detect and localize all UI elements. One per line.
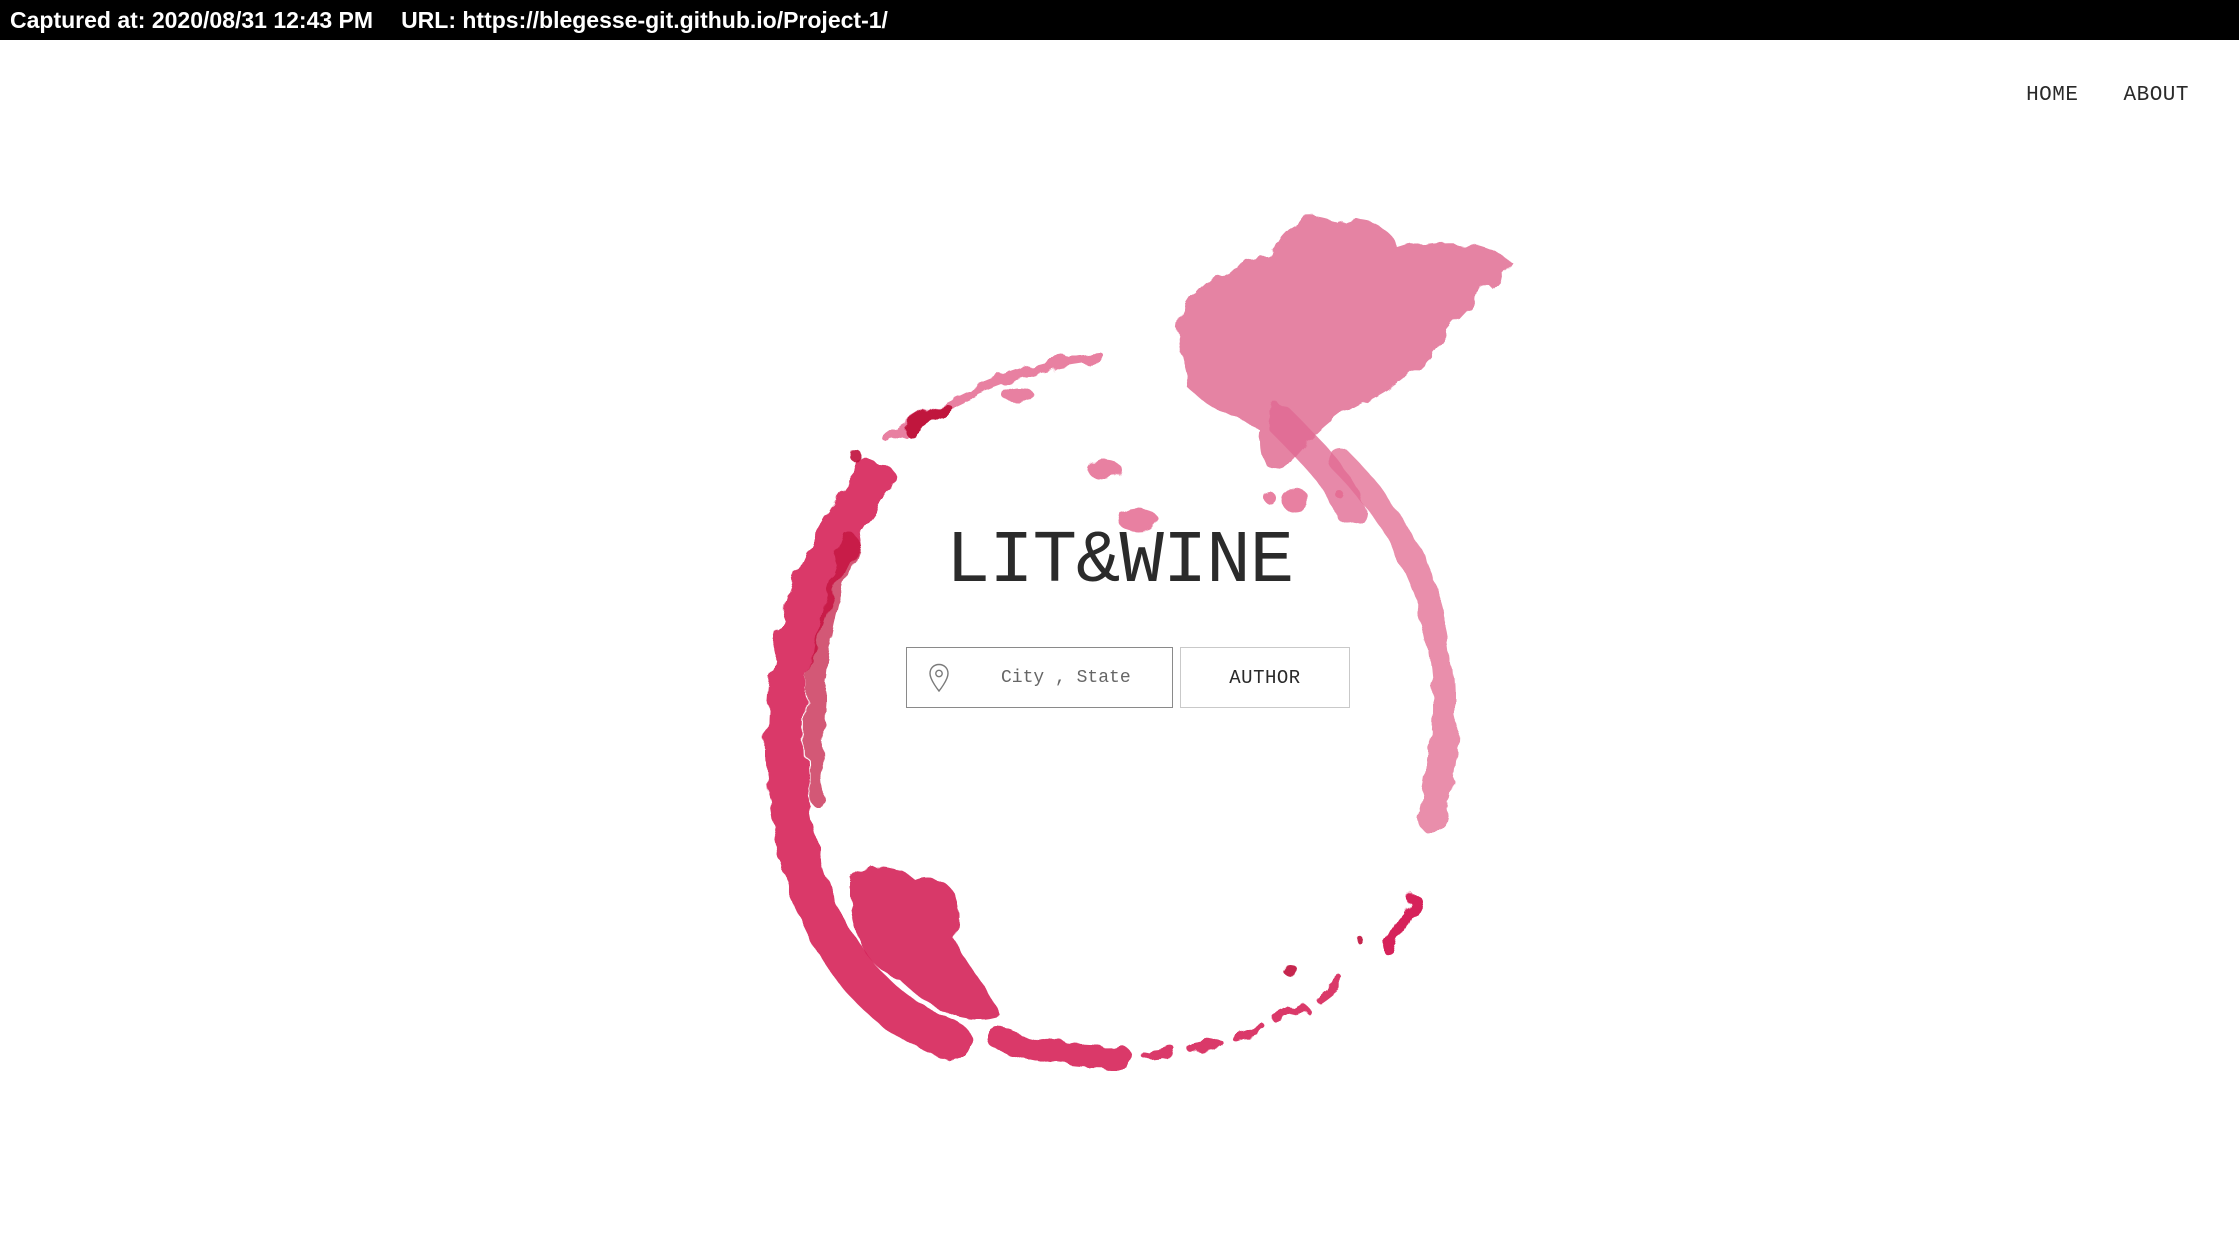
author-button[interactable]: AUTHOR — [1180, 647, 1350, 708]
top-nav: HOME ABOUT — [2026, 84, 2189, 107]
wine-stain-image — [765, 218, 1510, 1068]
landing-page: HOME ABOUT LIT&WINE City , State AUTHOR — [0, 40, 2239, 1257]
location-input[interactable] — [1001, 667, 1161, 688]
location-field[interactable] — [906, 647, 1173, 708]
capture-timestamp: Captured at: 2020/08/31 12:43 PM — [10, 6, 374, 33]
site-title: LIT&WINE — [945, 520, 1294, 604]
capture-info-bar: Captured at: 2020/08/31 12:43 PM URL: ht… — [0, 0, 2239, 40]
nav-home-link[interactable]: HOME — [2026, 84, 2078, 107]
capture-url: URL: https://blegesse-git.github.io/Proj… — [401, 6, 888, 33]
map-pin-icon — [929, 663, 949, 692]
search-row: AUTHOR — [906, 647, 1350, 708]
nav-about-link[interactable]: ABOUT — [2123, 84, 2189, 107]
